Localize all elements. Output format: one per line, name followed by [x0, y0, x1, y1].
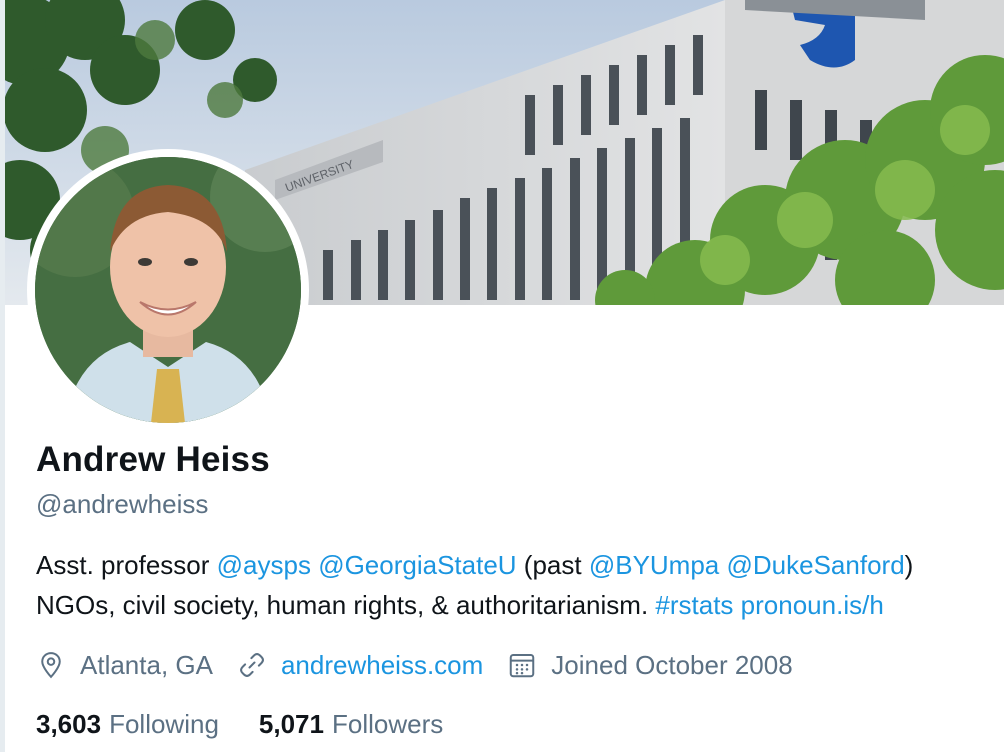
mention-link-dukesanford[interactable]: @DukeSanford [727, 550, 905, 580]
bio-text: ) [904, 550, 914, 580]
following-count: 3,603 [36, 708, 102, 739]
bio-text [733, 590, 740, 620]
link-icon [240, 653, 264, 677]
following-label: Following [109, 708, 219, 739]
followers-stat[interactable]: 5,071 Followers [259, 709, 443, 740]
avatar-photo [35, 157, 301, 423]
bio-line-2: NGOs, civil society, human rights, & aut… [36, 585, 913, 625]
profile-handle: @andrewheiss [36, 489, 209, 519]
profile-stats: 3,603 Following 5,071 Followers [36, 704, 483, 744]
bio-text: NGOs, civil society, human rights, & aut… [36, 590, 656, 620]
calendar-icon [510, 654, 535, 678]
hashtag-link-rstats[interactable]: #rstats [655, 590, 733, 620]
mention-link-georgiastateu[interactable]: @GeorgiaStateU [318, 550, 516, 580]
profile-name: Andrew Heiss [36, 440, 270, 479]
followers-label: Followers [331, 708, 444, 739]
join-date-text: Joined October 2008 [551, 649, 793, 680]
bio-text: Asst. professor [36, 550, 217, 580]
mention-link-byumpa[interactable]: @BYUmpa [589, 550, 719, 580]
location-pin-icon [41, 652, 61, 679]
website: andrewheiss.com [237, 650, 483, 681]
avatar[interactable] [35, 157, 301, 423]
location: Atlanta, GA [36, 650, 213, 681]
join-date: Joined October 2008 [507, 649, 793, 681]
bio-line-1: Asst. professor @aysps @GeorgiaStateU (p… [36, 545, 913, 585]
following-stat[interactable]: 3,603 Following [36, 709, 219, 740]
profile-bio: Asst. professor @aysps @GeorgiaStateU (p… [36, 545, 913, 625]
mention-link-aysps[interactable]: @aysps [217, 550, 311, 580]
website-link[interactable]: andrewheiss.com [281, 650, 483, 681]
location-text: Atlanta, GA [80, 649, 213, 680]
bio-text [719, 550, 726, 580]
followers-count: 5,071 [258, 708, 324, 739]
pronoun-link[interactable]: pronoun.is/h [741, 590, 884, 620]
profile-meta: Atlanta, GA andrewheiss.com Joined Octob… [36, 645, 817, 685]
bio-text: (past [516, 550, 589, 580]
